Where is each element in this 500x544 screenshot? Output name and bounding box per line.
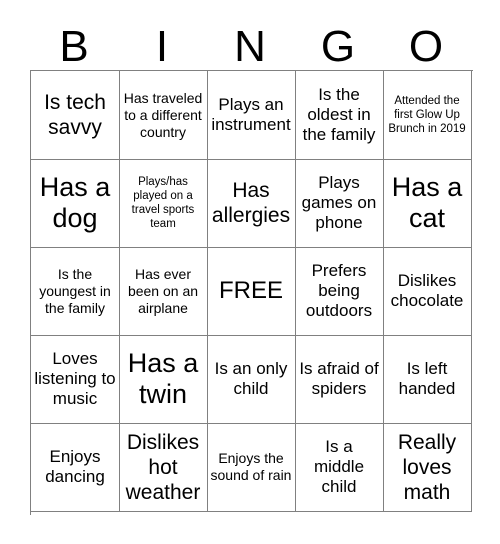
bingo-cell-label: Is a middle child (313, 437, 365, 496)
bingo-cell-b1[interactable]: Is tech savvy (31, 71, 120, 160)
bingo-header-letter-i: I (155, 22, 169, 71)
bingo-cell-label: Prefers being outdoors (305, 261, 373, 320)
bingo-cell-g1[interactable]: Is the oldest in the family (295, 71, 384, 160)
bingo-cell-label: Has ever been on an airplane (127, 265, 199, 316)
bingo-cell-label: Plays games on phone (301, 173, 377, 232)
bingo-cell-label: Is tech savvy (44, 91, 106, 139)
bingo-cell-label: Plays/has played on a travel sports team (131, 176, 195, 230)
bingo-cell-n4[interactable]: Is an only child (207, 335, 296, 424)
bingo-cell-label: Has allergies (211, 179, 291, 227)
bingo-cell-label: Has a dog (39, 172, 111, 233)
bingo-cell-label: Plays an instrument (211, 95, 291, 134)
bingo-free-label: FREE (218, 277, 283, 304)
bingo-cell-i1[interactable]: Has traveled to a different country (119, 71, 208, 160)
bingo-grid: Is tech savvy Has traveled to a differen… (30, 70, 473, 515)
bingo-cell-b4[interactable]: Loves listening to music (31, 335, 120, 424)
bingo-cell-label: Is afraid of spiders (299, 359, 379, 398)
bingo-cell-n2[interactable]: Has allergies (207, 159, 296, 248)
bingo-cell-b5[interactable]: Enjoys dancing (31, 423, 120, 512)
bingo-cell-i4[interactable]: Has a twin (119, 335, 208, 424)
bingo-cell-label: Is the oldest in the family (302, 85, 376, 144)
bingo-cell-i5[interactable]: Dislikes hot weather (119, 423, 208, 512)
bingo-cell-o4[interactable]: Is left handed (383, 335, 472, 424)
bingo-cell-label: Enjoys the sound of rain (210, 450, 292, 483)
bingo-cell-label: Really loves math (397, 430, 457, 504)
bingo-header-letter-b: B (59, 22, 89, 71)
bingo-cell-label: Enjoys dancing (45, 447, 105, 486)
bingo-header-letter-n: N (234, 22, 266, 71)
bingo-cell-label: Dislikes chocolate (390, 271, 464, 310)
bingo-cell-label: Dislikes hot weather (125, 430, 201, 504)
bingo-cell-label: Loves listening to music (34, 349, 116, 408)
bingo-cell-b3[interactable]: Is the youngest in the family (31, 247, 120, 336)
bingo-header-letter-o: O (408, 22, 444, 71)
bingo-cell-free[interactable]: FREE (207, 247, 296, 336)
bingo-cell-label: Has a cat (391, 172, 463, 233)
bingo-cell-n5[interactable]: Enjoys the sound of rain (207, 423, 296, 512)
bingo-cell-label: Is the youngest in the family (39, 265, 111, 316)
bingo-header-letter-g: G (320, 22, 356, 71)
bingo-cell-label: Has traveled to a different country (123, 89, 203, 140)
bingo-cell-i2[interactable]: Plays/has played on a travel sports team (119, 159, 208, 248)
bingo-cell-label: Has a twin (127, 348, 199, 409)
bingo-cell-label: Attended the first Glow Up Brunch in 201… (388, 95, 466, 135)
bingo-cell-g3[interactable]: Prefers being outdoors (295, 247, 384, 336)
bingo-cell-o3[interactable]: Dislikes chocolate (383, 247, 472, 336)
bingo-cell-g2[interactable]: Plays games on phone (295, 159, 384, 248)
bingo-cell-i3[interactable]: Has ever been on an airplane (119, 247, 208, 336)
bingo-cell-o1[interactable]: Attended the first Glow Up Brunch in 201… (383, 71, 472, 160)
bingo-card: B I N G O Is tech savvy Has traveled to … (0, 0, 500, 544)
bingo-cell-g4[interactable]: Is afraid of spiders (295, 335, 384, 424)
bingo-cell-label: Is left handed (398, 359, 456, 398)
bingo-cell-n1[interactable]: Plays an instrument (207, 71, 296, 160)
bingo-cell-o2[interactable]: Has a cat (383, 159, 472, 248)
bingo-cell-o5[interactable]: Really loves math (383, 423, 472, 512)
bingo-header: B I N G O (30, 14, 470, 70)
bingo-cell-label: Is an only child (214, 359, 288, 398)
bingo-cell-g5[interactable]: Is a middle child (295, 423, 384, 512)
bingo-cell-b2[interactable]: Has a dog (31, 159, 120, 248)
